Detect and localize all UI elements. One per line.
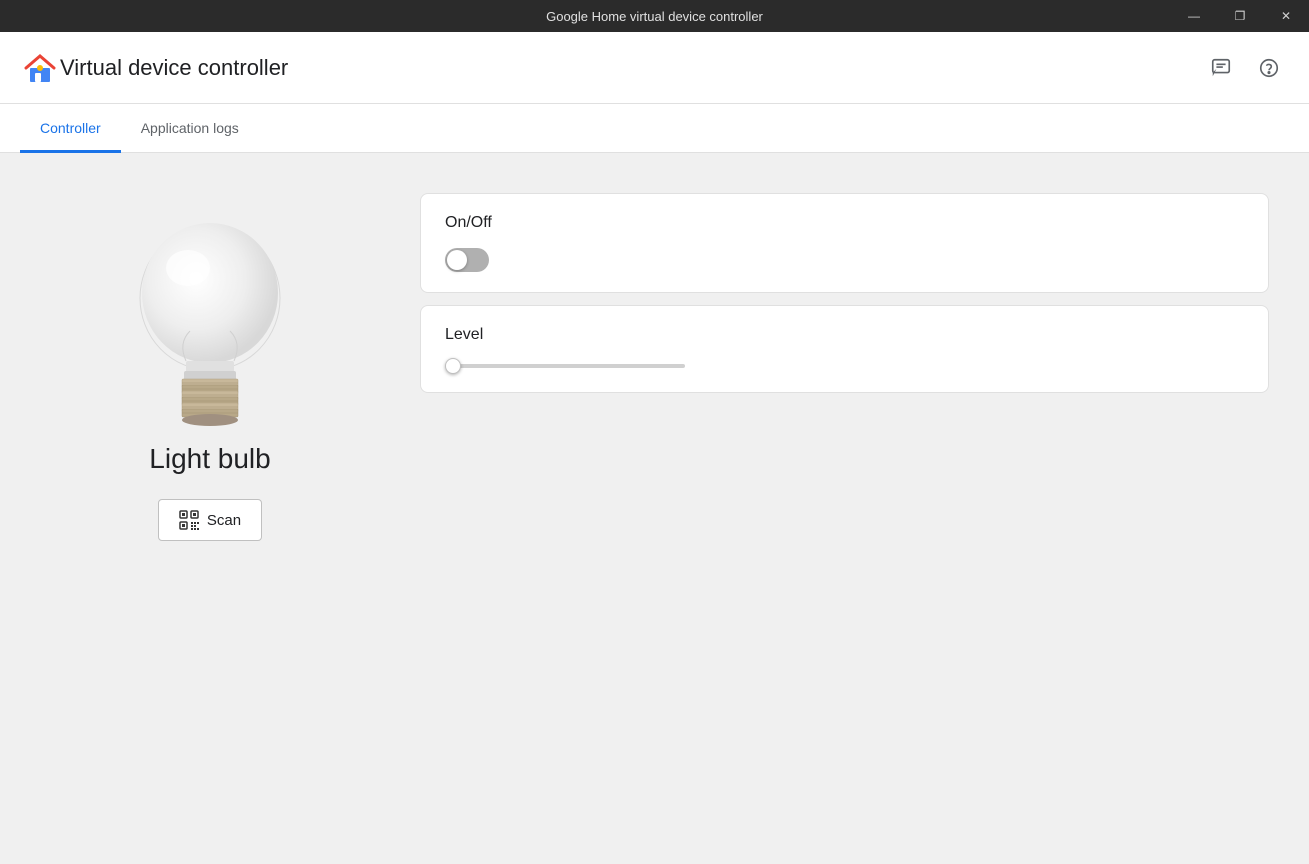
maximize-button[interactable]: ❐ <box>1217 0 1263 32</box>
tab-application-logs[interactable]: Application logs <box>121 104 259 153</box>
device-name: Light bulb <box>149 443 270 475</box>
main-content: Light bulb Scan <box>0 153 1309 864</box>
feedback-button[interactable] <box>1201 48 1241 88</box>
on-off-toggle[interactable] <box>445 248 489 272</box>
feedback-icon <box>1210 57 1232 79</box>
level-label: Level <box>445 326 1244 344</box>
app-header: Virtual device controller <box>0 32 1309 104</box>
on-off-card: On/Off <box>420 193 1269 293</box>
window-title: Google Home virtual device controller <box>546 9 763 24</box>
google-home-logo <box>20 48 60 88</box>
scan-button[interactable]: Scan <box>158 499 262 541</box>
title-bar: Google Home virtual device controller — … <box>0 0 1309 32</box>
slider-track <box>445 364 685 368</box>
tabs-bar: Controller Application logs <box>0 104 1309 153</box>
window-controls: — ❐ ✕ <box>1171 0 1309 32</box>
level-card: Level <box>420 305 1269 393</box>
app-title: Virtual device controller <box>60 55 1201 81</box>
right-panel: On/Off Level <box>420 193 1269 824</box>
slider-container <box>445 360 1244 372</box>
header-icons <box>1201 48 1289 88</box>
qr-code-icon <box>179 510 199 530</box>
device-image <box>110 213 310 443</box>
close-button[interactable]: ✕ <box>1263 0 1309 32</box>
scan-button-label: Scan <box>207 512 241 529</box>
help-icon <box>1258 57 1280 79</box>
toggle-thumb <box>447 250 467 270</box>
left-panel: Light bulb Scan <box>40 193 380 824</box>
on-off-label: On/Off <box>445 214 1244 232</box>
tab-controller[interactable]: Controller <box>20 104 121 153</box>
minimize-button[interactable]: — <box>1171 0 1217 32</box>
slider-thumb <box>445 358 461 374</box>
help-button[interactable] <box>1249 48 1289 88</box>
